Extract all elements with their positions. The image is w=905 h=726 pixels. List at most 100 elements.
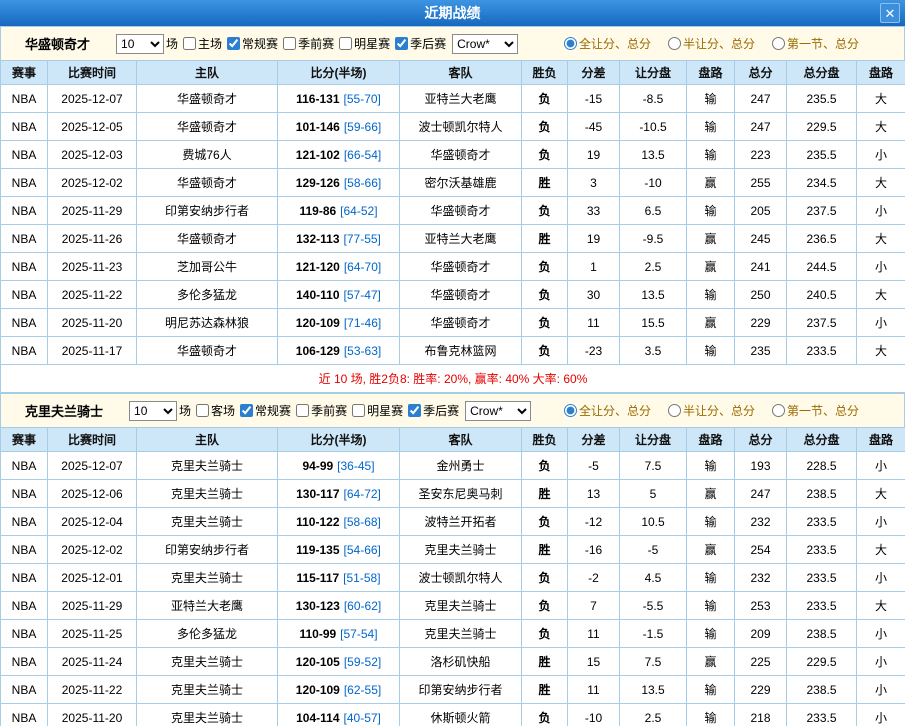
total-line-cell: 233.5 [787,592,857,620]
total-points-cell: 250 [735,281,787,309]
preseason-checkbox-label: 季前赛 [291,402,347,419]
total-points-cell: 223 [735,141,787,169]
point-diff-cell: -15 [568,85,620,113]
handicap-line-cell: 2.5 [620,253,687,281]
regular-season-checkbox[interactable] [227,37,240,50]
away-team-cell: 波士顿凯尔特人 [400,113,522,141]
date-cell: 2025-11-25 [48,620,137,648]
preseason-checkbox[interactable] [283,37,296,50]
total-points-cell: 235 [735,337,787,365]
regular-season-checkbox-label: 常规赛 [222,35,278,52]
league-cell: NBA [1,85,48,113]
home-team-cell: 明尼苏达森林狼 [137,309,278,337]
column-header: 盘路 [687,61,735,85]
playoffs-checkbox[interactable] [395,37,408,50]
home-team-cell: 克里夫兰骑士 [137,564,278,592]
bookmaker-select[interactable]: Crow* [465,401,531,421]
point-diff-cell: 30 [568,281,620,309]
total-points-cell: 209 [735,620,787,648]
league-cell: NBA [1,253,48,281]
over-under-cell: 小 [857,309,905,337]
half-score: [57-47] [344,288,381,302]
away-team-cell: 华盛顿奇才 [400,309,522,337]
handicap-result-cell: 赢 [687,536,735,564]
league-cell: NBA [1,169,48,197]
regular-season-checkbox[interactable] [240,404,253,417]
home-team-cell: 克里夫兰骑士 [137,508,278,536]
first-quarter-handicap-total-radio[interactable] [772,404,785,417]
checkbox-label-text: 季前赛 [298,35,334,52]
total-points-cell: 225 [735,648,787,676]
home-team-cell: 克里夫兰骑士 [137,648,278,676]
home-team-cell: 克里夫兰骑士 [137,676,278,704]
table-row: NBA2025-12-02印第安纳步行者119-135[54-66]克里夫兰骑士… [1,536,905,564]
over-under-cell: 小 [857,676,905,704]
full-game-handicap-total-radio[interactable] [564,404,577,417]
allstar-game-checkbox[interactable] [339,37,352,50]
results-table: 赛事比赛时间主队比分(半场)客队胜负分差让分盘盘路总分总分盘盘路NBA2025-… [0,427,905,726]
full-game-handicap-total-radio[interactable] [564,37,577,50]
half-score: [58-66] [344,176,381,190]
home-team-cell: 印第安纳步行者 [137,197,278,225]
date-cell: 2025-11-26 [48,225,137,253]
away-games-checkbox[interactable] [196,404,209,417]
home-games-checkbox[interactable] [183,37,196,50]
first-quarter-handicap-total-radio-label: 第一节、总分 [767,35,859,52]
handicap-result-cell: 赢 [687,225,735,253]
date-cell: 2025-12-02 [48,536,137,564]
total-line-cell: 228.5 [787,452,857,480]
column-header: 主队 [137,428,278,452]
date-cell: 2025-11-20 [48,704,137,726]
point-diff-cell: 11 [568,309,620,337]
away-team-cell: 华盛顿奇才 [400,197,522,225]
total-points-cell: 232 [735,564,787,592]
point-diff-cell: -5 [568,452,620,480]
allstar-game-checkbox[interactable] [352,404,365,417]
over-under-cell: 大 [857,480,905,508]
table-row: NBA2025-11-23芝加哥公牛121-120[64-70]华盛顿奇才负12… [1,253,905,281]
total-line-cell: 235.5 [787,141,857,169]
handicap-line-cell: 13.5 [620,141,687,169]
point-diff-cell: -10 [568,704,620,726]
games-count-select[interactable]: 10 [116,34,164,54]
half-score: [64-72] [344,487,381,501]
playoffs-checkbox[interactable] [408,404,421,417]
final-score: 129-126 [296,176,340,190]
total-points-cell: 229 [735,309,787,337]
close-button[interactable]: ✕ [880,3,900,23]
table-row: NBA2025-11-25多伦多猛龙110-99[57-54]克里夫兰骑士负11… [1,620,905,648]
half-score: [62-55] [344,683,381,697]
checkbox-label-text: 明星赛 [367,402,403,419]
half-score: [36-45] [337,459,374,473]
date-cell: 2025-11-22 [48,281,137,309]
preseason-checkbox[interactable] [296,404,309,417]
preseason-checkbox-label: 季前赛 [278,35,334,52]
score-cell: 132-113[77-55] [278,225,400,253]
games-count-select[interactable]: 10 [129,401,177,421]
handicap-line-cell: -9.5 [620,225,687,253]
table-row: NBA2025-11-20克里夫兰骑士104-114[40-57]休斯顿火箭负-… [1,704,905,726]
date-cell: 2025-11-20 [48,309,137,337]
first-quarter-handicap-total-radio[interactable] [772,37,785,50]
away-team-cell: 华盛顿奇才 [400,281,522,309]
total-points-cell: 247 [735,113,787,141]
league-cell: NBA [1,620,48,648]
half-game-handicap-total-radio[interactable] [668,404,681,417]
total-line-cell: 233.5 [787,704,857,726]
final-score: 121-120 [296,260,340,274]
over-under-cell: 大 [857,592,905,620]
handicap-result-cell: 输 [687,620,735,648]
team-name: 华盛顿奇才 [25,34,90,53]
over-under-cell: 小 [857,620,905,648]
win-loss-cell: 负 [522,620,568,648]
final-score: 130-117 [296,487,339,501]
score-cell: 106-129[53-63] [278,337,400,365]
away-team-cell: 华盛顿奇才 [400,253,522,281]
bookmaker-select[interactable]: Crow* [452,34,518,54]
checkbox-label-text: 常规赛 [255,402,291,419]
radio-label-text: 半让分、总分 [683,35,755,52]
half-game-handicap-total-radio[interactable] [668,37,681,50]
final-score: 121-102 [296,148,340,162]
point-diff-cell: 19 [568,225,620,253]
handicap-result-cell: 输 [687,452,735,480]
